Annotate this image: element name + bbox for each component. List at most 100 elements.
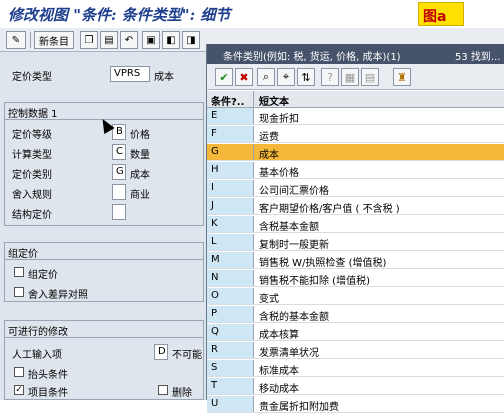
next-page-icon[interactable]: ◨: [182, 31, 200, 49]
table-row[interactable]: P 含税的基本金额: [207, 306, 504, 323]
info-icon[interactable]: ▦: [341, 68, 359, 86]
item-condition-checkbox[interactable]: ✓: [14, 385, 24, 395]
find-next-icon[interactable]: ⌖: [277, 68, 295, 86]
group-pricing-label: 组定价: [28, 270, 58, 281]
calc-type-code[interactable]: C: [112, 144, 126, 160]
row-text: 销售税不能扣除 (增值税): [259, 276, 370, 287]
row-text: 贵金属折扣附加费: [259, 402, 339, 413]
rounding-rule-code[interactable]: [112, 184, 126, 200]
pricing-level-value: 价格: [130, 130, 150, 141]
row-text: 客户期望价格/客户值 ( 不含税 ): [259, 204, 400, 215]
col-text-header[interactable]: 短文本: [259, 93, 289, 108]
confirm-check-icon[interactable]: ✔: [215, 68, 233, 86]
row-text: 公司间汇票价格: [259, 186, 329, 197]
header-condition-checkbox[interactable]: [14, 367, 24, 377]
save-icon[interactable]: ▣: [142, 31, 160, 49]
popup-title-bar: 条件类别(例如: 税, 货运, 价格, 成本)(1) 53 找到...: [207, 44, 504, 64]
table-row[interactable]: O 变式: [207, 288, 504, 305]
col-key-header[interactable]: 条件?..: [211, 93, 244, 108]
f4-help-popup: 条件类别(例如: 税, 货运, 价格, 成本)(1) 53 找到... ✔ ✖ …: [206, 44, 504, 413]
title-bar: 修改视图 "条件: 条件类型": 细节 图a: [0, 0, 504, 28]
row-key: Q: [207, 324, 254, 340]
row-key: P: [207, 306, 254, 322]
table-row[interactable]: Q 成本核算: [207, 324, 504, 341]
row-key: G: [207, 144, 254, 160]
field-row: 舍入规则 商业: [0, 184, 206, 201]
table-row[interactable]: T 移动成本: [207, 378, 504, 395]
column-divider: [253, 91, 254, 108]
row-key: S: [207, 360, 254, 376]
row-key: L: [207, 234, 254, 250]
field-row: 结构定价: [0, 204, 206, 221]
table-row[interactable]: I 公司间汇票价格: [207, 180, 504, 197]
figure-label-text: 图a: [423, 9, 447, 25]
manual-entry-value: 不可能: [172, 350, 202, 361]
structure-pricing-code[interactable]: [112, 204, 126, 220]
group-pricing-title: 组定价: [8, 249, 38, 260]
row-key: J: [207, 198, 254, 214]
table-row[interactable]: K 含税基本金额: [207, 216, 504, 233]
modifications-title: 可进行的修改: [8, 327, 68, 338]
table-row[interactable]: F 运费: [207, 126, 504, 143]
row-key: T: [207, 378, 254, 394]
sort-icon[interactable]: ⇅: [297, 68, 315, 86]
table-row[interactable]: M 销售税 W/执照检查 (增值税): [207, 252, 504, 269]
row-text: 变式: [259, 294, 279, 305]
row-key: E: [207, 108, 254, 124]
field-row: 计算类型 C 数量: [0, 144, 206, 161]
table-row[interactable]: L 复制时一般更新: [207, 234, 504, 251]
find-icon[interactable]: ⌕: [257, 68, 275, 86]
row-key: R: [207, 342, 254, 358]
pricing-type-code-field[interactable]: VPRS: [110, 66, 150, 82]
row-key: O: [207, 288, 254, 304]
table-row[interactable]: H 基本价格: [207, 162, 504, 179]
table-row[interactable]: E 现金折扣: [207, 108, 504, 125]
popup-hit-count: 53 找到...: [455, 52, 501, 63]
field-row: 定价类别 G 成本: [0, 164, 206, 181]
calc-type-value: 数量: [130, 150, 150, 161]
pricing-category-label: 定价类别: [12, 170, 52, 181]
item-condition-label: 项目条件: [28, 388, 68, 399]
previous-page-icon[interactable]: ◧: [162, 31, 180, 49]
personal-list-icon[interactable]: ♜: [393, 68, 411, 86]
row-text: 销售税 W/执照检查 (增值税): [259, 258, 387, 269]
rounding-diff-checkbox[interactable]: [14, 287, 24, 297]
group-pricing-checkbox[interactable]: [14, 267, 24, 277]
cancel-x-icon[interactable]: ✖: [235, 68, 253, 86]
row-text: 移动成本: [259, 384, 299, 395]
pricing-type-label: 定价类型: [12, 72, 52, 83]
print-icon[interactable]: ▤: [361, 68, 379, 86]
section-divider: [5, 337, 203, 338]
table-row[interactable]: G 成本: [207, 144, 504, 161]
rounding-rule-value: 商业: [130, 190, 150, 201]
row-text: 运费: [259, 132, 279, 143]
table-row[interactable]: R 发票清单状况: [207, 342, 504, 359]
table-row[interactable]: U 贵金属折扣附加费: [207, 396, 504, 413]
structure-pricing-label: 结构定价: [12, 210, 52, 221]
table-row[interactable]: S 标准成本: [207, 360, 504, 377]
pricing-category-value: 成本: [130, 170, 150, 181]
row-key: F: [207, 126, 254, 142]
header-condition-row: 抬头条件: [0, 364, 206, 381]
undo-icon[interactable]: ↶: [120, 31, 138, 49]
row-key: N: [207, 270, 254, 286]
row-text: 成本: [259, 150, 279, 161]
popup-table-header: 条件?.. 短文本: [207, 91, 504, 108]
delete-icon[interactable]: ▤: [100, 31, 118, 49]
pricing-type-row: 定价类型 VPRS 成本: [0, 66, 206, 83]
new-entries-button[interactable]: 新条目: [34, 31, 74, 49]
control-data-title: 控制数据 1: [8, 109, 58, 120]
item-condition-row: ✓ 项目条件 删除: [0, 382, 206, 399]
table-row[interactable]: J 客户期望价格/客户值 ( 不含税 ): [207, 198, 504, 215]
table-row[interactable]: N 销售税不能扣除 (增值税): [207, 270, 504, 287]
row-text: 成本核算: [259, 330, 299, 341]
copy-icon[interactable]: ❐: [80, 31, 98, 49]
pencil-icon[interactable]: ✎: [6, 31, 26, 49]
pricing-category-code[interactable]: G: [112, 164, 126, 180]
delete-checkbox[interactable]: [158, 385, 168, 395]
section-divider: [5, 259, 203, 260]
row-key: U: [207, 396, 254, 412]
manual-entry-code[interactable]: D: [154, 344, 168, 360]
delete-label: 删除: [172, 388, 192, 399]
help-icon[interactable]: ?: [321, 68, 339, 86]
